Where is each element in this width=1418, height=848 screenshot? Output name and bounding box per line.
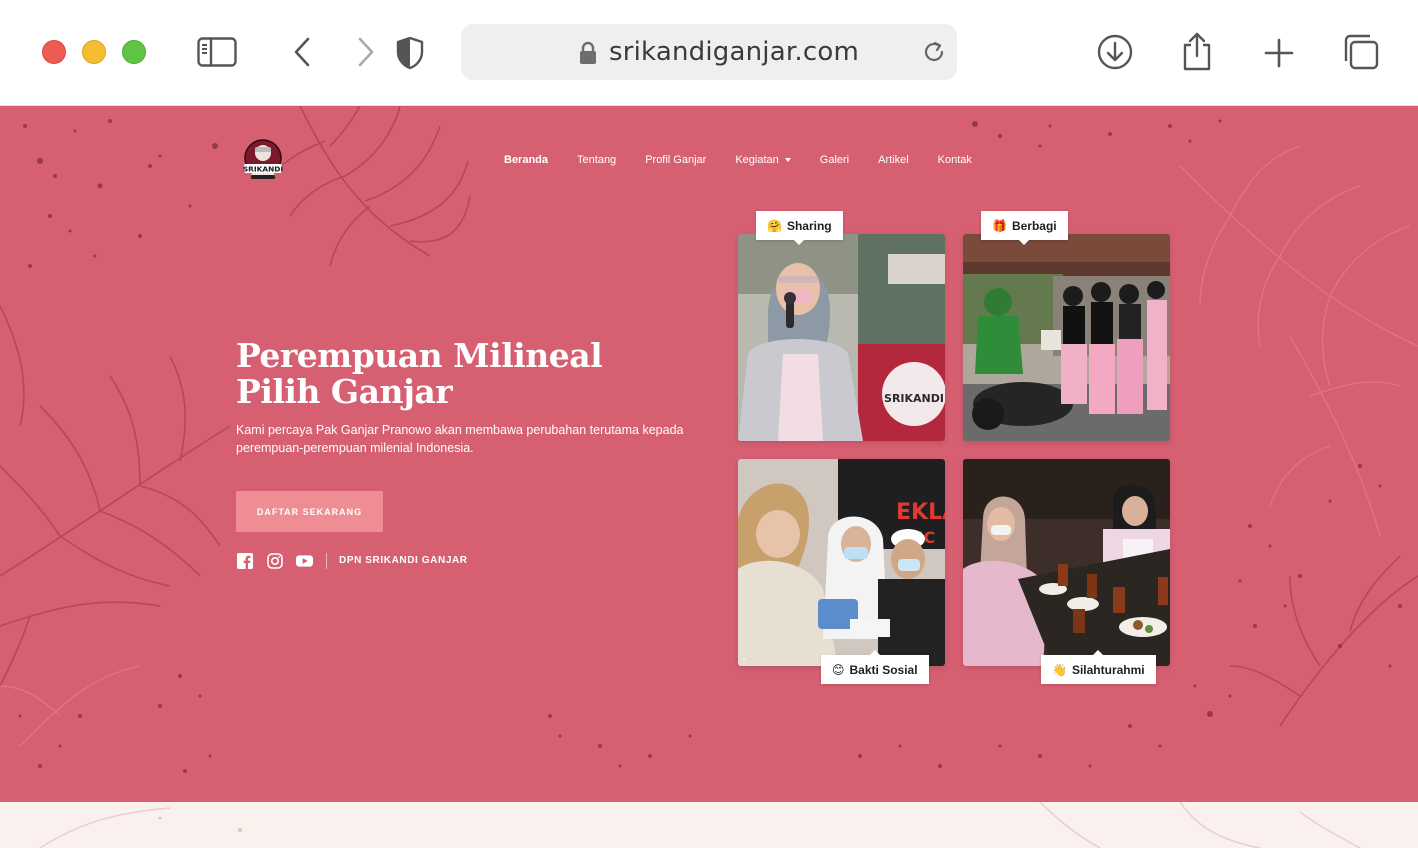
gallery-photo-berbagi[interactable]	[963, 234, 1170, 441]
site-logo[interactable]: SRIKANDI	[243, 138, 283, 182]
forward-icon[interactable]	[354, 36, 378, 68]
nav-item-beranda[interactable]: Beranda	[504, 154, 548, 166]
chevron-down-icon	[784, 158, 791, 162]
social-links: DPN SRIKANDI GANJAR	[236, 552, 468, 569]
minimize-window-button[interactable]	[82, 40, 106, 64]
back-icon[interactable]	[290, 36, 314, 68]
next-section	[0, 802, 1418, 848]
hero-title: Perempuan Milineal Pilih Ganjar	[236, 336, 603, 411]
svg-text:SRIKANDI: SRIKANDI	[884, 392, 944, 405]
gallery-photo-silahturahmi[interactable]	[963, 459, 1170, 666]
gallery-tag-label: Silahturahmi	[1071, 662, 1145, 677]
main-nav: Beranda Tentang Profil Ganjar Kegiatan G…	[504, 154, 1001, 166]
svg-text:EKLA: EKLA	[896, 500, 945, 525]
reload-icon[interactable]	[921, 39, 947, 70]
sidebar-icon[interactable]	[196, 36, 238, 68]
gallery-tag-silahturahmi: 👋 Silahturahmi	[1041, 650, 1156, 684]
hero-description: Kami percaya Pak Ganjar Pranowo akan mem…	[236, 423, 684, 455]
gallery-tag-berbagi: 🎁 Berbagi	[981, 211, 1068, 245]
smile-icon: 😊	[832, 662, 845, 677]
address-bar[interactable]: srikandiganjar.com	[461, 24, 957, 80]
nav-item-artikel[interactable]: Artikel	[878, 154, 909, 166]
background-decoration	[0, 106, 1418, 773]
nav-item-kegiatan-label: Kegiatan	[735, 154, 779, 166]
gallery-tag-sharing: 🤗 Sharing	[756, 211, 843, 245]
zoom-window-button[interactable]	[122, 40, 146, 64]
gallery-tag-label: Berbagi	[1011, 218, 1057, 233]
youtube-icon[interactable]	[296, 552, 313, 569]
nav-item-tentang[interactable]: Tentang	[577, 154, 616, 166]
gift-icon: 🎁	[992, 218, 1007, 233]
browser-toolbar: srikandiganjar.com	[0, 0, 1418, 106]
share-icon[interactable]	[1180, 30, 1214, 72]
register-button[interactable]: DAFTAR SEKARANG	[236, 491, 383, 532]
logo-text: SRIKANDI	[243, 165, 283, 174]
divider	[326, 552, 327, 569]
gallery-tag-label: Bakti Sosial	[849, 662, 918, 677]
nav-item-profil-ganjar[interactable]: Profil Ganjar	[645, 154, 706, 166]
new-tab-icon[interactable]	[1262, 36, 1296, 70]
facebook-icon[interactable]	[236, 552, 253, 569]
gallery-tag-label: Sharing	[786, 218, 832, 233]
nav-item-galeri[interactable]: Galeri	[820, 154, 849, 166]
instagram-icon[interactable]	[266, 552, 283, 569]
nav-item-kegiatan[interactable]: Kegiatan	[735, 154, 791, 166]
gallery-photo-sharing[interactable]: SRIKANDI	[738, 234, 945, 441]
social-label: DPN SRIKANDI GANJAR	[339, 555, 468, 566]
hugging-face-icon: 🤗	[767, 218, 782, 233]
url-text: srikandiganjar.com	[609, 37, 859, 67]
close-window-button[interactable]	[42, 40, 66, 64]
gallery-photo-bakti-sosial[interactable]: EKLA SIC	[738, 459, 945, 666]
download-icon[interactable]	[1096, 33, 1134, 71]
gallery-tag-bakti-sosial: 😊 Bakti Sosial	[821, 650, 929, 684]
hero-section: SRIKANDI Beranda Tentang Profil Ganjar K…	[0, 106, 1418, 802]
tabs-icon[interactable]	[1342, 33, 1380, 71]
lock-icon	[579, 41, 597, 70]
shield-icon[interactable]	[394, 35, 426, 71]
wave-icon: 👋	[1052, 662, 1067, 677]
nav-item-kontak[interactable]: Kontak	[938, 154, 972, 166]
